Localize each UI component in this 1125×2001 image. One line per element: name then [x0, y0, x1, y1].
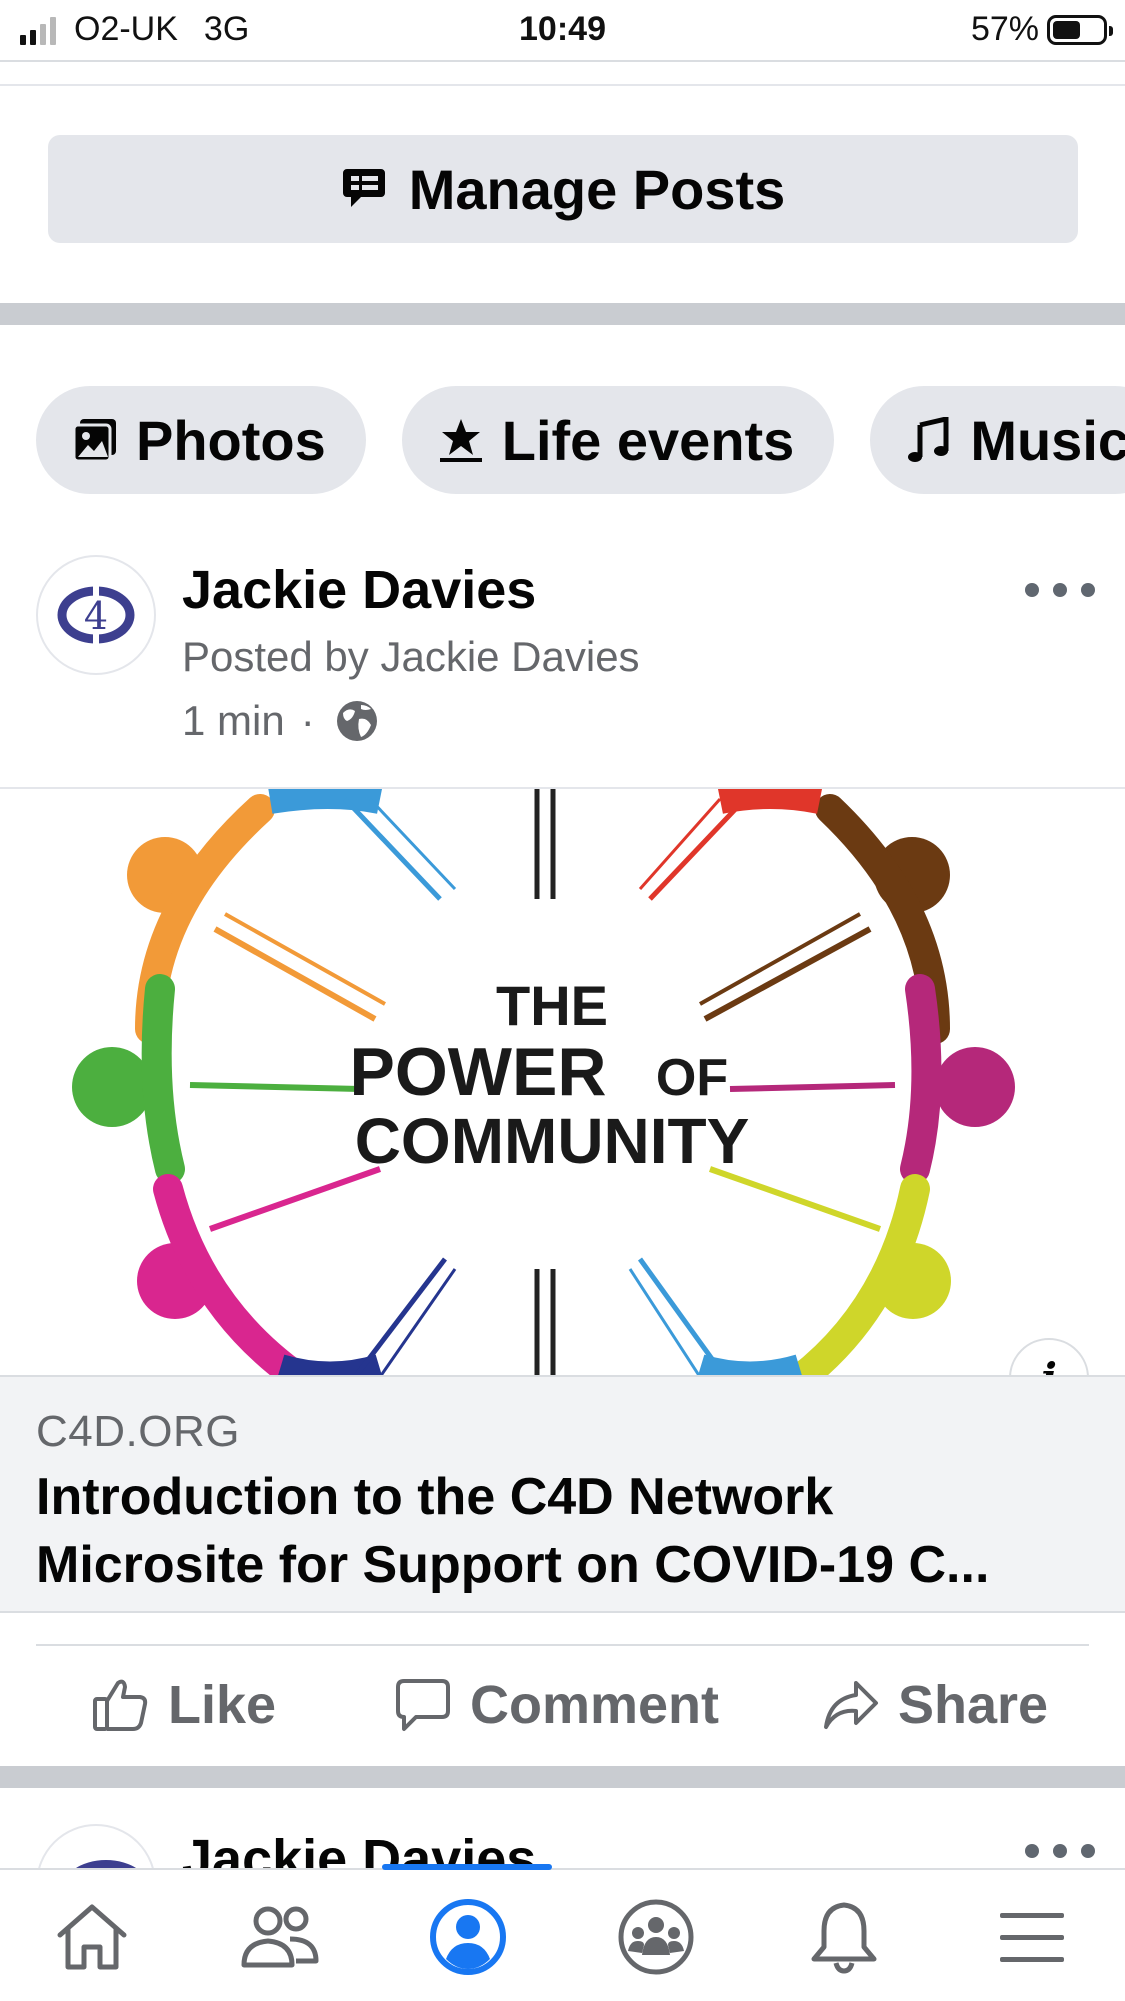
post-more-button[interactable]: [1025, 1844, 1095, 1858]
share-icon: [824, 1681, 878, 1729]
battery-percent: 57%: [970, 10, 1039, 48]
tab-home[interactable]: [22, 1870, 162, 2001]
profile-icon: [430, 1898, 506, 1975]
profile-chips: Photos Life events Music: [36, 386, 1125, 494]
image-text-of: OF: [656, 1049, 728, 1107]
link-title: Introduction to the C4D Network Microsit…: [36, 1463, 1086, 1599]
link-domain: C4D.ORG: [36, 1407, 240, 1456]
link-title-line: Introduction to the C4D Network: [36, 1468, 834, 1526]
battery-level: [1053, 20, 1081, 39]
image-text-the: THE: [496, 974, 608, 1037]
chip-music[interactable]: Music: [870, 386, 1125, 494]
notifications-icon: [811, 1902, 877, 1974]
tab-menu[interactable]: [962, 1870, 1102, 2001]
chip-life-events[interactable]: Life events: [401, 386, 835, 494]
manage-posts-label: Manage Posts: [408, 157, 786, 221]
meta-separator: ·: [300, 697, 315, 744]
chip-label: Music: [970, 408, 1125, 472]
post-actions: Like Comment Share: [0, 1650, 1125, 1760]
posted-by: Posted by Jackie Davies: [182, 633, 640, 680]
link-caption[interactable]: C4D.ORG Introduction to the C4D Network …: [0, 1375, 1125, 1613]
like-button[interactable]: Like: [92, 1650, 276, 1760]
c4d-logo-icon: 4: [57, 585, 135, 645]
manage-posts-icon: [342, 169, 385, 207]
avatar[interactable]: 4: [36, 555, 156, 675]
tab-notifications[interactable]: [774, 1870, 914, 2001]
chip-photos[interactable]: Photos: [36, 386, 366, 494]
post-author[interactable]: Jackie Davies: [182, 559, 536, 621]
link-preview-image[interactable]: THE POWER OF COMMUNITY: [0, 787, 1125, 1375]
photos-icon: [72, 419, 116, 463]
like-icon: [93, 1679, 148, 1731]
power-of-community-image: THE POWER OF COMMUNITY: [72, 789, 1015, 1375]
comment-button[interactable]: Comment: [394, 1650, 719, 1760]
chip-label: Photos: [136, 408, 326, 472]
friends-icon: [241, 1906, 319, 1967]
globe-icon[interactable]: [333, 697, 381, 745]
status-time: 10:49: [519, 10, 606, 48]
section-divider: [0, 303, 1125, 325]
post-header: 4 Jackie Davies Posted by Jackie Davies …: [0, 555, 1125, 785]
bottom-tab-bar: [0, 1864, 1125, 2001]
share-button[interactable]: Share: [822, 1650, 1048, 1760]
comment-icon: [396, 1679, 450, 1731]
avatar[interactable]: [36, 1824, 156, 1868]
music-icon: [908, 417, 949, 462]
top-divider: [0, 84, 1125, 86]
section-divider: [0, 1766, 1125, 1788]
post-time: 1 min: [182, 697, 285, 744]
post-more-button[interactable]: [1025, 575, 1095, 605]
groups-icon: [618, 1899, 694, 1974]
actions-divider: [36, 1644, 1089, 1646]
tab-friends[interactable]: [210, 1870, 350, 2001]
life-events-icon: [439, 419, 482, 462]
next-post: Jackie Davies: [0, 1788, 1125, 1868]
svg-text:4: 4: [84, 594, 108, 638]
comment-label: Comment: [470, 1675, 720, 1735]
share-label: Share: [898, 1675, 1049, 1735]
chip-label: Life events: [501, 408, 795, 472]
battery-icon: [1047, 14, 1113, 45]
like-label: Like: [168, 1675, 277, 1735]
status-right: 57%: [970, 10, 1113, 49]
tab-profile[interactable]: [398, 1870, 538, 2001]
manage-posts-button[interactable]: Manage Posts: [48, 135, 1078, 243]
home-icon: [57, 1904, 127, 1969]
link-title-line: Microsite for Support on COVID-19 C...: [36, 1536, 990, 1594]
post-meta: 1 min ·: [182, 697, 381, 745]
post-author[interactable]: Jackie Davies: [182, 1828, 536, 1868]
tab-groups[interactable]: [586, 1870, 726, 2001]
menu-icon: [1000, 1912, 1064, 1962]
image-text-community: COMMUNITY: [355, 1105, 750, 1177]
image-text-power: POWER: [350, 1034, 607, 1110]
status-bar: O2-UK 3G 10:49 57%: [0, 0, 1125, 62]
